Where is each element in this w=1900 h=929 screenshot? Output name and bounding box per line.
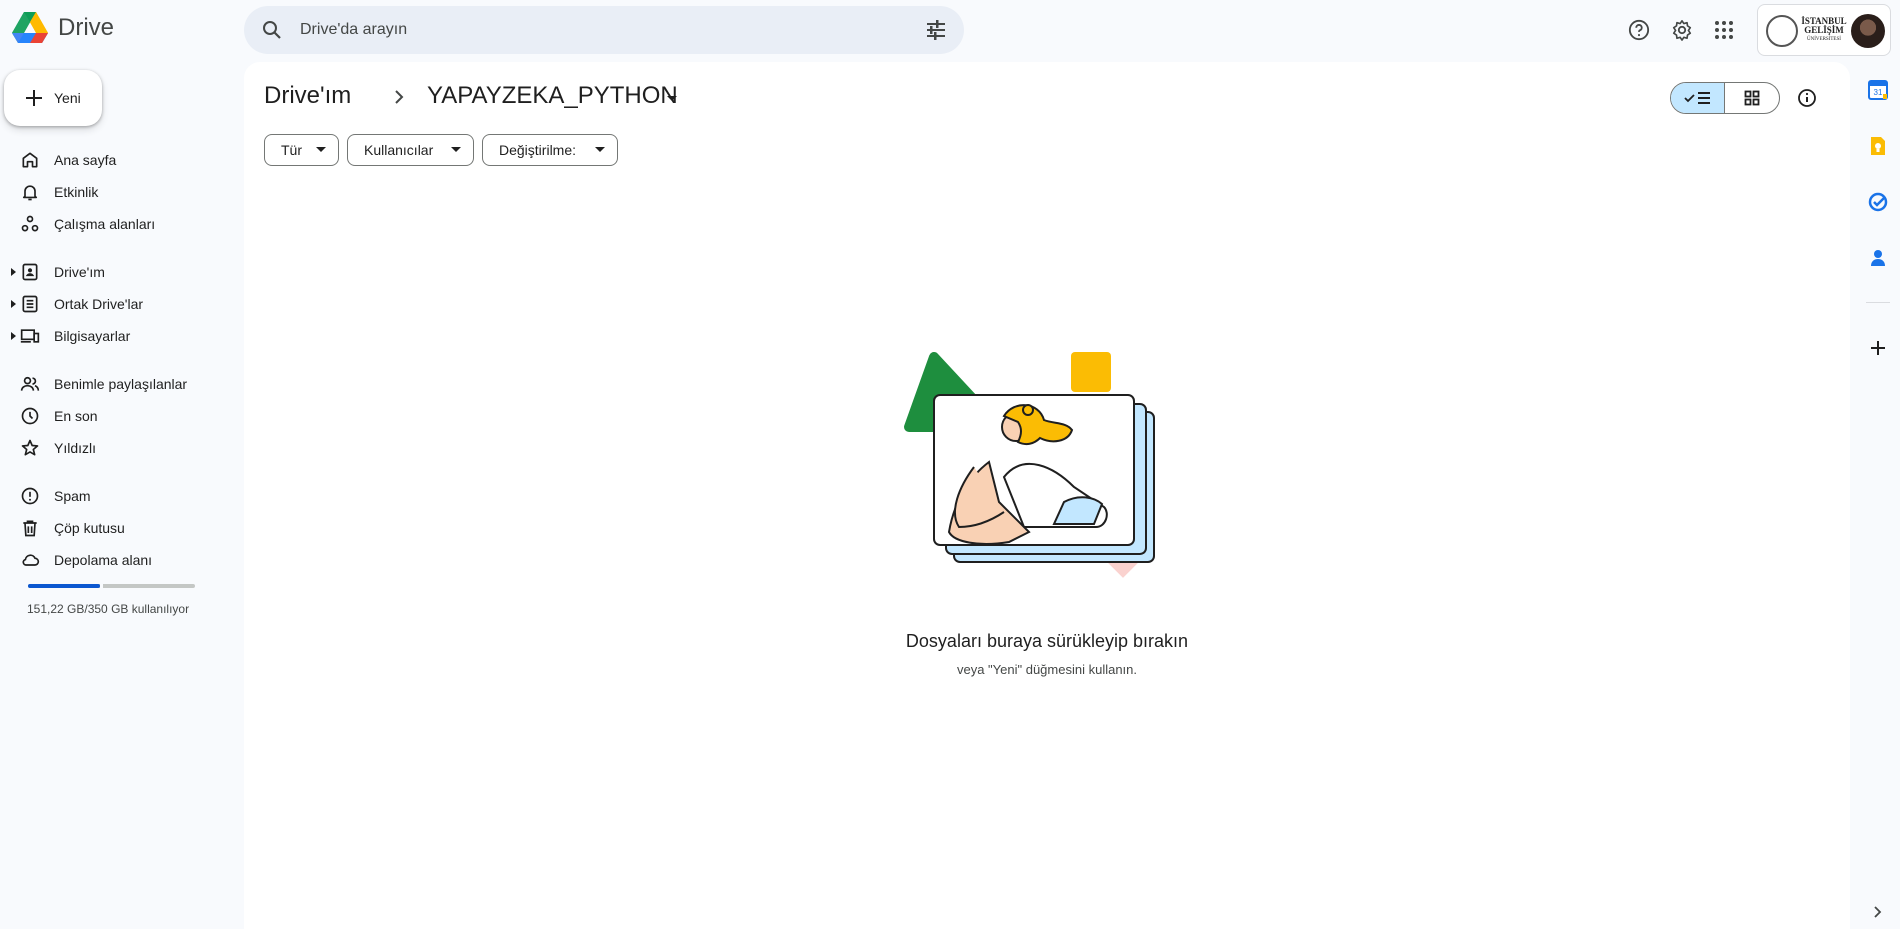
grid-view-button[interactable] (1725, 83, 1779, 113)
cloud-icon (22, 554, 40, 566)
workspaces-icon (21, 215, 39, 232)
list-view-button[interactable] (1671, 83, 1726, 113)
expand-caret-icon[interactable] (11, 300, 17, 308)
sidebar-item-recent[interactable]: En son (0, 400, 240, 432)
my-drive-icon (22, 263, 38, 281)
sidebar-item-label: Spam (54, 488, 91, 504)
apps-icon[interactable] (1710, 16, 1738, 44)
folder-menu-caret-icon[interactable] (664, 90, 680, 106)
sidebar-item-label: Çöp kutusu (54, 520, 125, 536)
calendar-icon[interactable]: 31 (1866, 78, 1890, 102)
storage-progress-bar (28, 584, 195, 588)
sidebar-item-spam[interactable]: Spam (0, 480, 240, 512)
sidebar-item-trash[interactable]: Çöp kutusu (0, 512, 240, 544)
empty-folder-illustration (904, 352, 1155, 578)
sidebar-item-label: Drive'ım (54, 264, 105, 280)
breadcrumb: Drive'ım YAPAYZEKA_PYTHON (264, 82, 678, 110)
sidebar-item-workspaces[interactable]: Çalışma alanları (0, 208, 240, 240)
sidebar-item-shared-drives[interactable]: Ortak Drive'lar (0, 288, 240, 320)
calendar-day-text: 31 (1874, 88, 1883, 97)
sidebar-item-label: Bilgisayarlar (54, 328, 131, 344)
add-addon-icon[interactable] (1866, 336, 1890, 360)
sidebar-item-label: Depolama alanı (54, 552, 153, 568)
side-panel-divider (1866, 302, 1890, 303)
empty-state-title: Dosyaları buraya sürükleyip bırakın (905, 631, 1189, 651)
sidebar-item-home[interactable]: Ana sayfa (0, 144, 240, 176)
search-input[interactable]: Drive'da arayın (300, 21, 407, 39)
computers-icon (20, 329, 40, 343)
view-toggle (1670, 82, 1780, 114)
empty-state-subtitle: veya "Yeni" düğmesini kullanın. (956, 662, 1138, 677)
chevron-right-icon (395, 90, 404, 104)
trash-icon (23, 520, 37, 537)
sidebar-item-activity[interactable]: Etkinlik (0, 176, 240, 208)
sidebar-item-label: Ortak Drive'lar (54, 296, 144, 312)
keep-icon[interactable] (1866, 134, 1890, 158)
storage-progress-gap (100, 584, 103, 588)
sidebar-item-label: Benimle paylaşılanlar (54, 376, 188, 392)
grid-icon (1744, 90, 1760, 106)
filter-chip-label: Değiştirilme: (499, 142, 577, 158)
expand-caret-icon[interactable] (11, 332, 17, 340)
top-bar: Drive Drive'da arayın İSTANBUL GELİŞİM Ü… (0, 0, 1900, 60)
dropdown-arrow-icon (316, 147, 326, 152)
avatar[interactable] (1851, 14, 1885, 48)
new-button-label: Yeni (54, 90, 81, 106)
filter-modified-chip[interactable]: Değiştirilme: (482, 134, 618, 166)
sidebar-item-storage[interactable]: Depolama alanı (0, 544, 240, 576)
sidebar-item-label: Etkinlik (54, 184, 99, 200)
search-options-icon[interactable] (924, 18, 948, 42)
app-name: Drive (58, 14, 115, 41)
storage-progress-fill (28, 584, 100, 588)
organization-logo-text: İSTANBUL GELİŞİM ÜNİVERSİTESİ (1801, 16, 1847, 43)
drive-logo-icon (12, 12, 48, 43)
main-panel: Drive'ım YAPAYZEKA_PYTHON Tür Kullanıcıl (244, 62, 1850, 929)
info-icon[interactable] (1793, 84, 1821, 112)
dropdown-arrow-icon (595, 147, 605, 152)
search-bar[interactable]: Drive'da arayın (244, 6, 964, 54)
search-icon[interactable] (260, 18, 284, 42)
breadcrumb-root[interactable]: Drive'ım (264, 82, 351, 110)
contacts-icon[interactable] (1866, 246, 1890, 270)
plus-icon (26, 90, 42, 106)
filter-type-chip[interactable]: Tür (264, 134, 339, 166)
sidebar-item-starred[interactable]: Yıldızlı (0, 432, 240, 464)
storage-usage-text: 151,22 GB/350 GB kullanılıyor (27, 602, 190, 616)
settings-icon[interactable] (1668, 16, 1696, 44)
home-icon (22, 152, 38, 168)
chevron-right-icon[interactable] (1870, 905, 1884, 919)
tasks-icon[interactable] (1866, 190, 1890, 214)
new-button[interactable]: Yeni (4, 70, 102, 126)
account-switcher[interactable]: İSTANBUL GELİŞİM ÜNİVERSİTESİ (1757, 4, 1891, 56)
check-list-icon (1683, 92, 1710, 104)
sidebar-item-label: Yıldızlı (54, 440, 97, 456)
expand-caret-icon[interactable] (11, 268, 17, 276)
help-icon[interactable] (1625, 16, 1653, 44)
filter-chip-label: Kullanıcılar (364, 142, 434, 158)
breadcrumb-current-folder[interactable]: YAPAYZEKA_PYTHON (427, 82, 678, 110)
star-icon (21, 439, 39, 456)
clock-icon (21, 407, 39, 425)
sidebar-item-label: En son (54, 408, 98, 424)
university-seal-icon (1766, 15, 1798, 47)
filter-chip-label: Tür (281, 142, 302, 158)
sidebar-item-computers[interactable]: Bilgisayarlar (0, 320, 240, 352)
drive-logo[interactable]: Drive (12, 12, 114, 44)
filter-people-chip[interactable]: Kullanıcılar (347, 134, 474, 166)
sidebar-item-my-drive[interactable]: Drive'ım (0, 256, 240, 288)
sidebar-item-label: Çalışma alanları (54, 216, 156, 232)
dropdown-arrow-icon (451, 147, 461, 152)
sidebar-item-label: Ana sayfa (54, 152, 117, 168)
spam-icon (21, 487, 39, 505)
shared-drives-icon (22, 295, 38, 313)
people-icon (20, 376, 40, 391)
bell-icon (22, 185, 38, 201)
sidebar-item-shared-with-me[interactable]: Benimle paylaşılanlar (0, 368, 240, 400)
